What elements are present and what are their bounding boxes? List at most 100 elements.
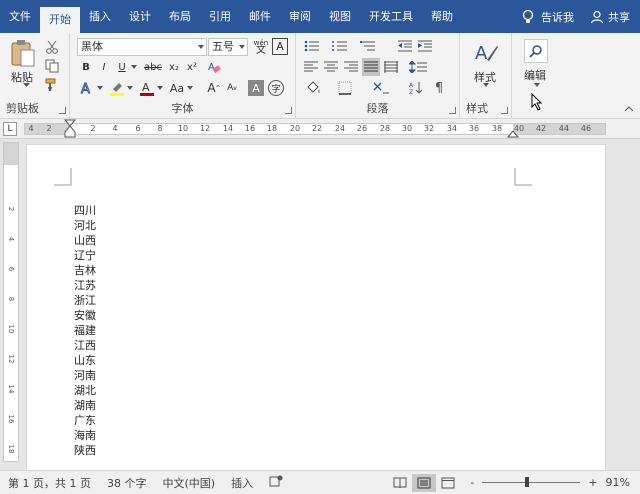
font-launcher[interactable] [285, 107, 292, 114]
enclose-char-button[interactable]: 字 [268, 80, 284, 96]
show-marks-button[interactable]: ¶ [430, 80, 448, 96]
clear-format-button[interactable]: A [206, 59, 222, 75]
paragraph-line[interactable]: 浙江 [74, 293, 96, 308]
subscript-button[interactable]: x₂ [166, 59, 182, 75]
styles-button[interactable]: A [472, 39, 500, 67]
language-indicator[interactable]: 中文(中国) [154, 475, 223, 491]
paragraph-line[interactable]: 江苏 [74, 278, 96, 293]
tab-7[interactable]: 审阅 [280, 0, 320, 33]
paragraph-line[interactable]: 安徽 [74, 308, 96, 323]
tab-10[interactable]: 帮助 [422, 0, 462, 33]
tab-6[interactable]: 邮件 [240, 0, 280, 33]
italic-button[interactable]: I [96, 59, 112, 75]
paragraph-line[interactable]: 海南 [74, 428, 96, 443]
font-name-combo[interactable]: 黑体 [77, 38, 207, 56]
tell-me-search[interactable]: 告诉我 [513, 0, 582, 33]
find-button[interactable] [524, 39, 548, 63]
paragraph-line[interactable]: 河北 [74, 218, 96, 233]
paragraph-line[interactable]: 山西 [74, 233, 96, 248]
collapse-ribbon-button[interactable] [624, 103, 634, 113]
word-count[interactable]: 38 个字 [99, 475, 155, 491]
page-count[interactable]: 第 1 页，共 1 页 [0, 475, 99, 491]
paragraph-line[interactable]: 辽宁 [74, 248, 96, 263]
paragraph-line[interactable]: 吉林 [74, 263, 96, 278]
phonetic-guide-button[interactable]: wén 文 [252, 37, 270, 57]
vertical-ruler[interactable]: 2 4 6 8 10 12 14 16 18 [3, 142, 19, 462]
align-right-button[interactable] [342, 59, 360, 75]
copy-button[interactable] [44, 58, 60, 74]
numbering-button[interactable] [330, 38, 350, 54]
shading-button[interactable] [302, 80, 326, 96]
text-effects-button[interactable]: A [78, 79, 96, 97]
read-mode-button[interactable] [388, 474, 412, 492]
styles-dropdown[interactable] [482, 83, 490, 87]
bullets-button[interactable] [302, 38, 322, 54]
paragraph-line[interactable]: 四川 [74, 203, 96, 218]
char-shading-button[interactable]: A [248, 80, 264, 96]
superscript-button[interactable]: x² [184, 59, 200, 75]
font-color-button[interactable]: A [138, 79, 156, 97]
zoom-thumb[interactable] [524, 477, 529, 487]
paragraph-line[interactable]: 江西 [74, 338, 96, 353]
editing-dropdown[interactable] [533, 83, 541, 87]
multilevel-list-button[interactable] [358, 38, 378, 54]
format-painter-button[interactable] [44, 77, 60, 93]
paste-button[interactable] [8, 39, 38, 69]
paragraph-line[interactable]: 湖北 [74, 383, 96, 398]
change-case-button[interactable]: Aa [168, 79, 186, 97]
right-indent-marker-icon[interactable] [507, 126, 519, 138]
zoom-slider[interactable] [482, 477, 581, 487]
cut-button[interactable] [44, 39, 60, 55]
tab-8[interactable]: 视图 [320, 0, 360, 33]
char-border-button[interactable]: A [272, 38, 288, 55]
tab-1[interactable]: 开始 [40, 7, 80, 33]
tab-3[interactable]: 设计 [120, 0, 160, 33]
tab-selector[interactable]: L [3, 122, 17, 136]
underline-button[interactable]: U [114, 59, 130, 75]
paragraph-line[interactable]: 福建 [74, 323, 96, 338]
increase-indent-button[interactable] [416, 38, 434, 54]
horizontal-ruler[interactable]: L 4 2 2 4 6 8 10 12 14 16 18 20 22 24 26 28 30 32 34 36 38 40… [0, 119, 640, 139]
tab-0[interactable]: 文件 [0, 0, 40, 33]
sort-button[interactable]: AZ [406, 80, 426, 96]
underline-dropdown[interactable] [130, 59, 138, 75]
zoom-level[interactable]: 91% [600, 476, 640, 489]
document-body[interactable]: 四川 河北 山西 辽宁 吉林 江苏 浙江 安徽 福建 江西 山东 河南 湖北 湖南 广东 海南 陕西 [74, 203, 96, 458]
font-size-combo[interactable]: 五号 [208, 38, 248, 56]
font-color-dropdown[interactable] [156, 79, 164, 97]
styles-launcher[interactable] [501, 107, 508, 114]
document-page[interactable]: 四川 河北 山西 辽宁 吉林 江苏 浙江 安徽 福建 江西 山东 河南 湖北 湖南 广东 海南 陕西 [26, 144, 606, 470]
justify-button[interactable] [362, 58, 380, 76]
zoom-out-button[interactable]: - [460, 476, 476, 489]
paragraph-line[interactable]: 陕西 [74, 443, 96, 458]
paragraph-line[interactable]: 河南 [74, 368, 96, 383]
print-layout-button[interactable] [412, 473, 437, 492]
paragraph-line[interactable]: 广东 [74, 413, 96, 428]
borders-button[interactable] [334, 80, 356, 96]
bold-button[interactable]: B [78, 59, 94, 75]
clipboard-launcher[interactable] [59, 107, 66, 114]
highlight-dropdown[interactable] [126, 79, 134, 97]
web-layout-button[interactable] [436, 474, 460, 492]
change-case-dropdown[interactable] [186, 79, 194, 97]
shrink-font-button[interactable]: Av [224, 79, 240, 97]
share-button[interactable]: 共享 [582, 0, 640, 33]
insert-mode[interactable]: 插入 [223, 475, 261, 491]
text-effects-dropdown[interactable] [96, 79, 104, 97]
align-left-button[interactable] [302, 59, 320, 75]
zoom-in-button[interactable]: + [586, 476, 599, 489]
tab-5[interactable]: 引用 [200, 0, 240, 33]
strikethrough-button[interactable]: abc [142, 59, 164, 75]
chinese-layout-button[interactable] [368, 80, 394, 96]
align-center-button[interactable] [322, 59, 340, 75]
distributed-button[interactable] [382, 59, 400, 75]
tab-4[interactable]: 布局 [160, 0, 200, 33]
grow-font-button[interactable]: A ^ [206, 79, 222, 97]
tab-9[interactable]: 开发工具 [360, 0, 422, 33]
paragraph-line[interactable]: 湖南 [74, 398, 96, 413]
paste-dropdown[interactable] [22, 83, 30, 87]
macro-record-button[interactable] [261, 475, 291, 490]
line-spacing-button[interactable] [406, 59, 430, 75]
paragraph-launcher[interactable] [449, 107, 456, 114]
indent-marker-icon[interactable] [64, 119, 76, 139]
